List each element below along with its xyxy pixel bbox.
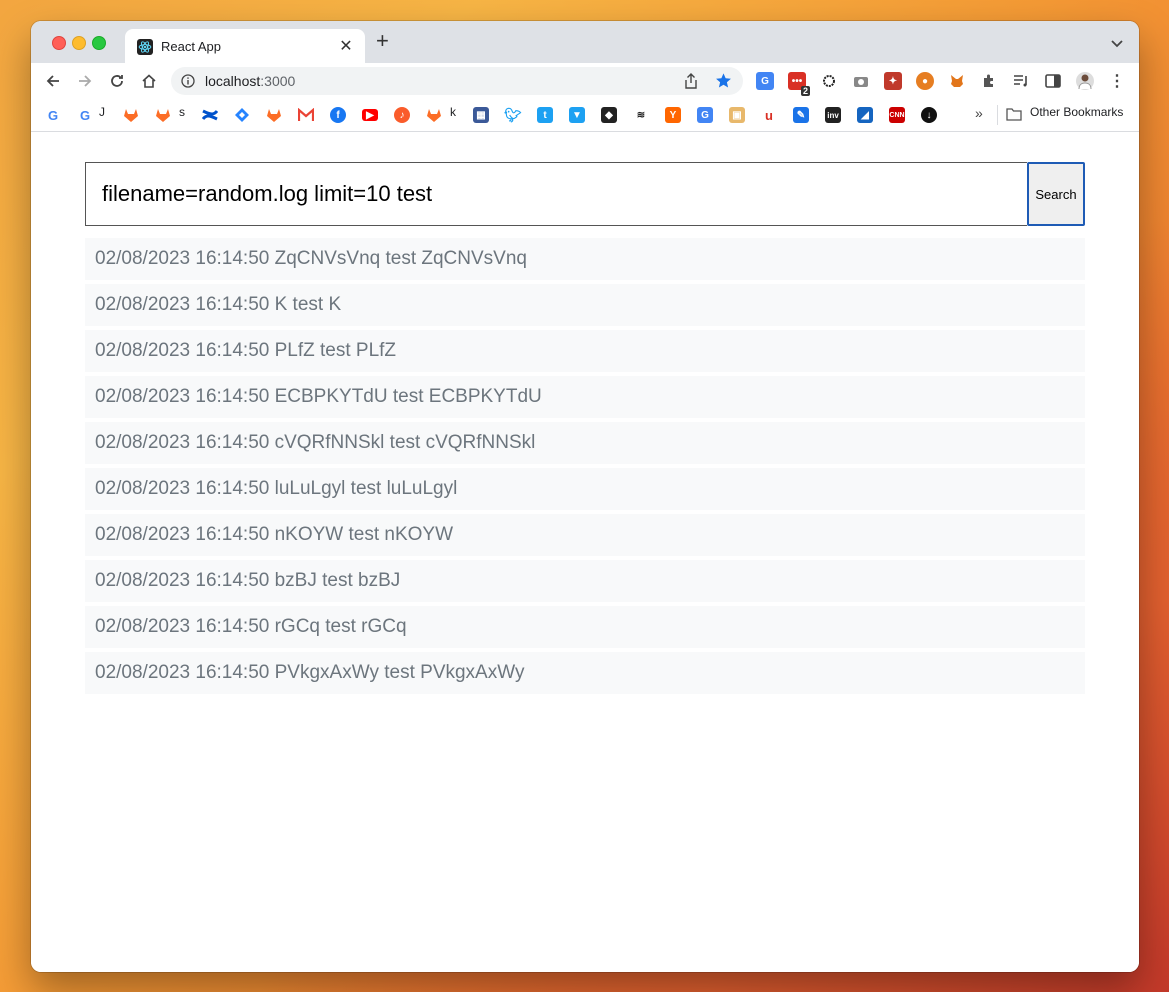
hackernews-icon[interactable]: Y: [665, 107, 681, 123]
list-item: 02/08/2023 16:14:50 luLuLgyl test luLuLg…: [85, 468, 1085, 510]
twitter-icon[interactable]: 🐦︎: [504, 107, 522, 123]
translate-extension-icon[interactable]: G: [756, 72, 774, 90]
home-icon[interactable]: [138, 71, 160, 91]
confluence-icon[interactable]: [202, 107, 218, 123]
lion-extension-icon[interactable]: ●: [916, 72, 934, 90]
side-panel-icon[interactable]: [1044, 72, 1062, 90]
reload-icon[interactable]: [106, 71, 128, 91]
results-list: 02/08/2023 16:14:50 ZqCNVsVnq test ZqCNV…: [85, 238, 1085, 698]
search-button[interactable]: Search: [1027, 162, 1085, 226]
list-item: 02/08/2023 16:14:50 ZqCNVsVnq test ZqCNV…: [85, 238, 1085, 280]
tab-title: React App: [161, 39, 221, 54]
investing-icon[interactable]: inv: [825, 107, 841, 123]
folder-icon[interactable]: [1006, 107, 1022, 126]
bookmarks-bar: G G J s f ▶ ♪ k ▦ 🐦︎ t ▼ ◆ ≋ Y G ▣ u ✎ i…: [31, 99, 1139, 132]
list-item: 02/08/2023 16:14:50 PLfZ test PLfZ: [85, 330, 1085, 372]
camera-extension-icon[interactable]: [852, 72, 870, 90]
forward-icon[interactable]: [74, 71, 96, 91]
bookmark-label[interactable]: J: [99, 105, 105, 119]
bookmark-label[interactable]: k: [450, 105, 456, 119]
chevron-down-icon[interactable]: [1111, 35, 1123, 53]
list-item: 02/08/2023 16:14:50 nKOYW test nKOYW: [85, 514, 1085, 556]
list-item: 02/08/2023 16:14:50 K test K: [85, 284, 1085, 326]
tweetdeck-icon[interactable]: t: [537, 107, 553, 123]
gitlab-icon[interactable]: [426, 107, 442, 123]
download-icon[interactable]: ↓: [921, 107, 937, 123]
more-bookmarks-icon[interactable]: »: [975, 105, 983, 121]
bookmark-star-icon[interactable]: [715, 72, 732, 94]
buffer-icon[interactable]: ≋: [633, 107, 649, 123]
music-icon[interactable]: ♪: [394, 107, 410, 123]
reading-list-icon[interactable]: [1012, 72, 1030, 90]
metamask-icon[interactable]: [948, 72, 966, 90]
edit-icon[interactable]: ✎: [793, 107, 809, 123]
translate-icon[interactable]: G: [697, 107, 713, 123]
react-icon: [137, 39, 153, 55]
back-icon[interactable]: [42, 71, 64, 91]
list-item: 02/08/2023 16:14:50 PVkgxAxWy test PVkgx…: [85, 652, 1085, 694]
gitlab-icon[interactable]: [123, 107, 139, 123]
url-host: localhost: [205, 73, 261, 89]
share-icon[interactable]: [684, 73, 698, 94]
address-bar[interactable]: localhost:3000: [171, 67, 743, 95]
list-item: 02/08/2023 16:14:50 rGCq test rGCq: [85, 606, 1085, 648]
close-window-button[interactable]: [52, 36, 66, 50]
extension-badge-count: 2: [800, 86, 810, 96]
browser-toolbar: localhost:3000 G ••• 2 ✦ ● ⋮: [31, 63, 1139, 99]
other-bookmarks[interactable]: Other Bookmarks: [1030, 105, 1123, 119]
avatar[interactable]: [1076, 72, 1094, 90]
google-icon[interactable]: G: [77, 107, 93, 123]
new-tab-button[interactable]: +: [376, 30, 389, 52]
info-icon[interactable]: [181, 74, 195, 93]
cnn-icon[interactable]: CNN: [889, 107, 905, 123]
google-icon[interactable]: G: [45, 107, 61, 123]
extension-badge-icon[interactable]: ••• 2: [788, 72, 810, 96]
url-text[interactable]: localhost:3000: [205, 73, 295, 89]
jira-icon[interactable]: [234, 107, 250, 123]
tab-strip: React App ✕ +: [31, 21, 1139, 63]
gitlab-icon[interactable]: [155, 107, 171, 123]
page-content: Search 02/08/2023 16:14:50 ZqCNVsVnq tes…: [31, 132, 1139, 972]
chart-icon[interactable]: ◢: [857, 107, 873, 123]
maximize-window-button[interactable]: [92, 36, 106, 50]
more-menu-icon[interactable]: ⋮: [1108, 72, 1126, 90]
red-extension-icon[interactable]: ✦: [884, 72, 902, 90]
package-icon[interactable]: ▣: [729, 107, 745, 123]
youtube-icon[interactable]: ▶: [362, 109, 378, 121]
url-port: :3000: [260, 73, 296, 89]
bookmark-label[interactable]: s: [179, 105, 185, 119]
close-tab-icon[interactable]: ✕: [337, 36, 355, 56]
search-input[interactable]: [85, 162, 1027, 226]
script-icon[interactable]: u: [761, 107, 777, 123]
twitter-icon[interactable]: ▼: [569, 107, 585, 123]
sun-extension-icon[interactable]: [820, 72, 838, 90]
tab-react-app[interactable]: React App ✕: [125, 29, 365, 63]
browser-window: React App ✕ + localhost:3000 G ••• 2 ✦ ●…: [31, 21, 1139, 972]
shield-icon[interactable]: ◆: [601, 107, 617, 123]
gitlab-icon[interactable]: [266, 107, 282, 123]
calendar-icon[interactable]: ▦: [473, 107, 489, 123]
list-item: 02/08/2023 16:14:50 bzBJ test bzBJ: [85, 560, 1085, 602]
extensions-puzzle-icon[interactable]: [980, 72, 998, 90]
list-item: 02/08/2023 16:14:50 ECBPKYTdU test ECBPK…: [85, 376, 1085, 418]
bookmarks-divider: [997, 105, 998, 125]
list-item: 02/08/2023 16:14:50 cVQRfNNSkl test cVQR…: [85, 422, 1085, 464]
facebook-icon[interactable]: f: [330, 107, 346, 123]
gmail-icon[interactable]: [298, 107, 314, 123]
minimize-window-button[interactable]: [72, 36, 86, 50]
